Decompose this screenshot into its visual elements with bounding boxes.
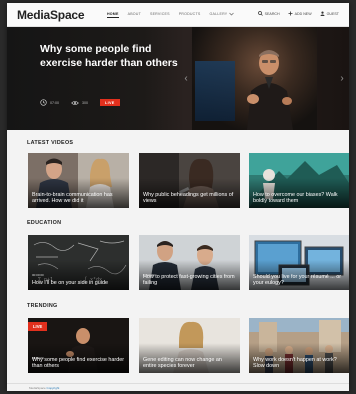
card-time: 00:00:00 [32, 273, 44, 277]
card-caption: How I'll be on your side in guide [32, 279, 108, 286]
hero-meta: 07:00 300 LIVE [40, 99, 120, 106]
search-button[interactable]: SEARCH [257, 11, 280, 16]
live-badge: LIVE [100, 99, 120, 106]
footer-text: MediaSpace Copyright [29, 386, 59, 390]
video-card[interactable]: ∫ x²dx Σ n+1 00:00:00 How I'll be on you… [28, 235, 129, 290]
video-card[interactable]: Brain-to-brain communication has arrived… [28, 153, 129, 208]
card-caption: Why some people find exercise harder tha… [32, 356, 124, 369]
user-button[interactable]: GUEST [320, 11, 339, 16]
video-card[interactable]: Gene editing can now change an entire sp… [139, 318, 240, 373]
speaker-figure [247, 50, 293, 130]
card-caption: How to protect fast-growing cities from … [143, 273, 235, 286]
views-label: 300 [82, 100, 88, 105]
footer-link[interactable]: Copyright [47, 386, 60, 390]
search-icon [257, 11, 263, 16]
nav-item-about[interactable]: ABOUT [128, 12, 141, 18]
user-icon [320, 11, 325, 16]
hero-title[interactable]: Why some people find exercise harder tha… [40, 43, 180, 70]
section-title-education: EDUCATION [27, 220, 62, 226]
live-badge: LIVE [28, 322, 48, 331]
chevron-down-icon[interactable] [229, 12, 235, 18]
search-label: SEARCH [264, 11, 280, 16]
section-title-trending: TRENDING [27, 303, 58, 309]
card-caption: Brain-to-brain communication has arrived… [32, 191, 113, 204]
chevron-left-icon[interactable]: ‹ [181, 73, 191, 85]
user-label: GUEST [326, 11, 339, 16]
nav-item-gallery[interactable]: GALLERY [209, 12, 227, 18]
nav-item-products[interactable]: PRODUCTS [179, 12, 201, 18]
hero-banner[interactable]: Why some people find exercise harder tha… [7, 27, 349, 130]
card-caption: Gene editing can now change an entire sp… [143, 356, 222, 369]
card-caption: Should you live for your résumé ... or y… [253, 273, 342, 286]
add-new-button[interactable]: ADD NEW [288, 11, 312, 16]
top-navbar: MediaSpace HOME ABOUT SERVICES PRODUCTS … [7, 3, 349, 27]
logo[interactable]: MediaSpace [17, 8, 85, 22]
app-window: MediaSpace HOME ABOUT SERVICES PRODUCTS … [7, 3, 349, 391]
views: 300 [71, 100, 88, 106]
duration: 07:00 [40, 99, 59, 106]
eye-icon [71, 100, 79, 105]
video-card[interactable]: Why work doesn't happen at work? Slow do… [249, 318, 349, 373]
nav-item-services[interactable]: SERVICES [150, 12, 170, 18]
hero-backdrop-screen [195, 61, 235, 121]
clock-icon [40, 99, 47, 106]
video-card[interactable]: How to overcome our biases? Walk boldly … [249, 153, 349, 208]
card-caption: Why public beheadings get millions of vi… [143, 191, 234, 204]
plus-icon [288, 11, 293, 16]
video-card[interactable]: LIVE 00:00:00 Why some people find exerc… [28, 318, 129, 373]
header-actions: SEARCH ADD NEW GUEST [250, 11, 339, 16]
card-caption: Why work doesn't happen at work? Slow do… [253, 356, 337, 369]
footer-brand: MediaSpace [29, 386, 46, 390]
main-nav: HOME ABOUT SERVICES PRODUCTS GALLERY [107, 12, 243, 18]
video-card[interactable]: 00:00:00 How to protect fast-growing cit… [139, 235, 240, 290]
card-caption: How to overcome our biases? Walk boldly … [253, 191, 338, 204]
chevron-right-icon[interactable]: › [337, 73, 347, 85]
add-new-label: ADD NEW [294, 11, 312, 16]
video-card[interactable]: Why public beheadings get millions of vi… [139, 153, 240, 208]
video-card[interactable]: Should you live for your résumé ... or y… [249, 235, 349, 290]
section-title-latest: LATEST VIDEOS [27, 140, 74, 146]
nav-item-home[interactable]: HOME [107, 12, 119, 18]
duration-label: 07:00 [50, 100, 59, 105]
footer: MediaSpace Copyright [7, 383, 349, 391]
